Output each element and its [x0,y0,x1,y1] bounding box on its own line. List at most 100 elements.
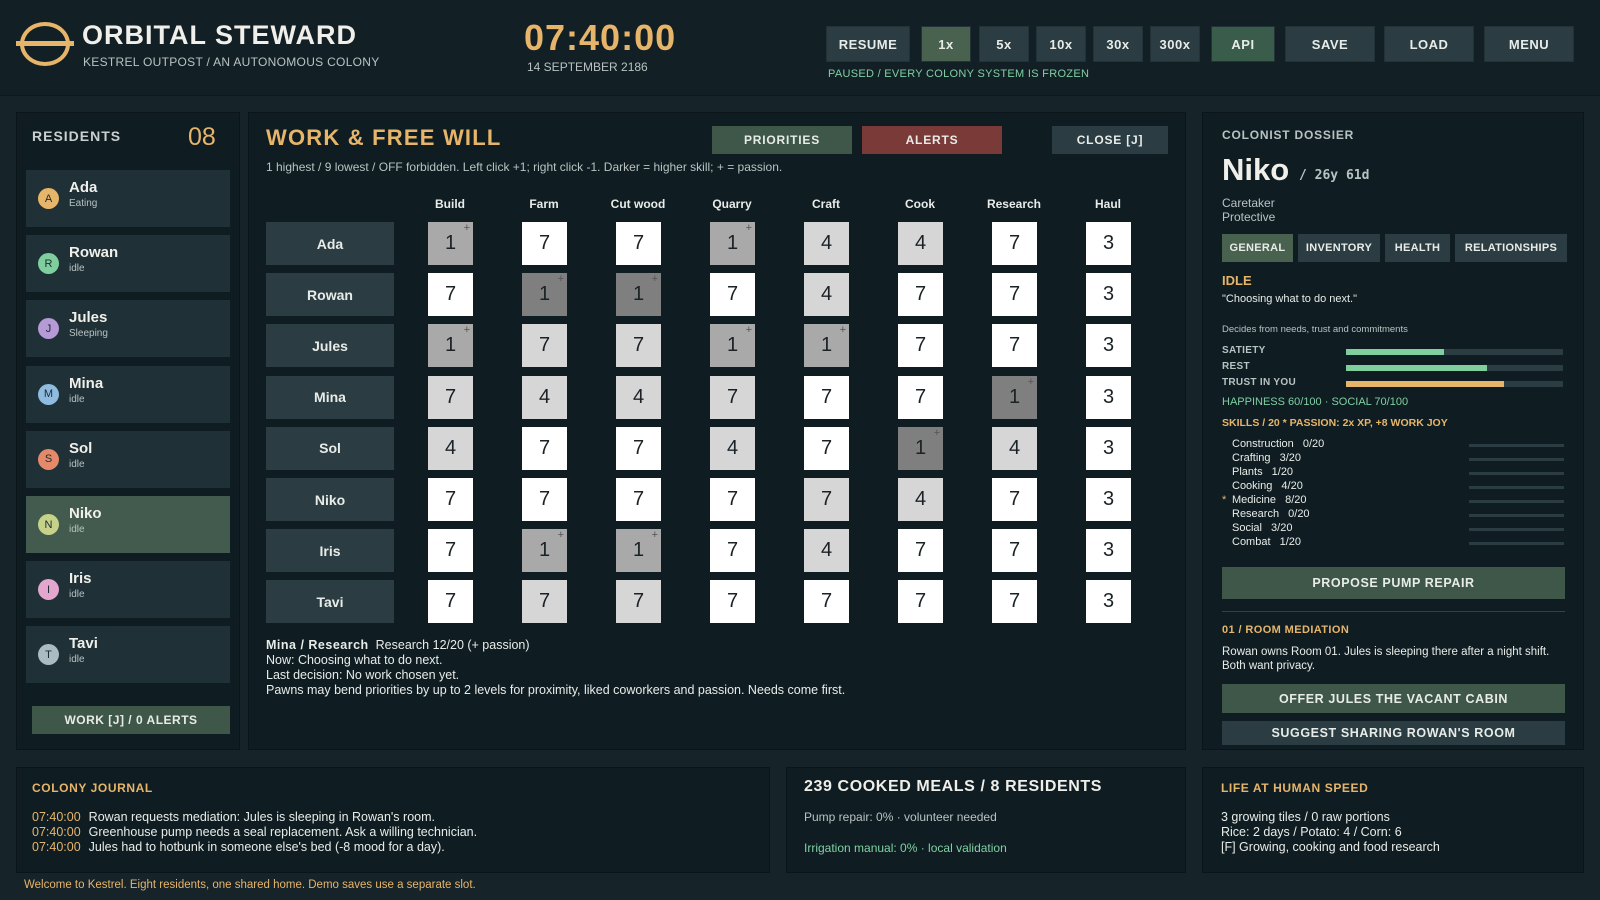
priority-cell[interactable]: 7 [804,375,849,419]
resident-item-rowan[interactable]: R Rowan idle [26,235,230,293]
priority-cell[interactable]: 1 + [898,426,943,470]
priority-cell[interactable]: 4 [898,222,943,265]
priority-cell[interactable]: 4 [804,529,849,573]
priority-cell[interactable]: 7 [898,375,943,419]
priority-cell[interactable]: 7 [522,580,567,624]
priority-cell[interactable]: 1 + [522,273,567,317]
priority-cell[interactable]: 3 [1086,375,1131,419]
speed-button-300x[interactable]: 300x [1150,26,1200,62]
row-header-niko[interactable]: Niko [266,478,394,521]
row-header-sol[interactable]: Sol [266,426,394,470]
priority-cell[interactable]: 7 [804,426,849,470]
priority-cell[interactable]: 7 [898,324,943,368]
speed-button-resume[interactable]: RESUME [826,26,910,62]
priority-cell[interactable]: 3 [1086,324,1131,368]
priority-cell[interactable]: 7 [710,478,755,521]
priority-cell[interactable]: 3 [1086,222,1131,265]
priority-cell[interactable]: 7 [992,273,1037,317]
priority-cell[interactable]: 4 [522,375,567,419]
priority-cell[interactable]: 7 [616,426,661,470]
priority-cell[interactable]: 3 [1086,273,1131,317]
resident-item-ada[interactable]: A Ada Eating [26,170,230,227]
speed-button-1x[interactable]: 1x [921,26,971,62]
row-header-ada[interactable]: Ada [266,222,394,265]
speed-button-menu[interactable]: MENU [1484,26,1574,62]
priority-cell[interactable]: 7 [616,222,661,265]
speed-button-10x[interactable]: 10x [1036,26,1086,62]
priority-cell[interactable]: 4 [710,426,755,470]
priority-cell[interactable]: 4 [992,426,1037,470]
row-header-tavi[interactable]: Tavi [266,580,394,624]
priority-cell[interactable]: 7 [710,580,755,624]
priority-cell[interactable]: 7 [992,324,1037,368]
speed-button-30x[interactable]: 30x [1093,26,1143,62]
row-header-rowan[interactable]: Rowan [266,273,394,317]
priority-cell[interactable]: 7 [710,273,755,317]
priority-cell[interactable]: 1 + [710,222,755,265]
priority-cell[interactable]: 7 [428,478,473,521]
priority-cell[interactable]: 1 + [428,222,473,265]
priority-cell[interactable]: 1 + [428,324,473,368]
priority-cell[interactable]: 4 [616,375,661,419]
priorities-tab[interactable]: PRIORITIES [712,126,852,154]
speed-button-save[interactable]: SAVE [1285,26,1375,62]
resident-item-mina[interactable]: M Mina idle [26,365,230,423]
priority-cell[interactable]: 7 [804,580,849,624]
priority-cell[interactable]: 3 [1086,529,1131,573]
priority-cell[interactable]: 1 + [992,375,1037,419]
speed-button-5x[interactable]: 5x [979,26,1029,62]
priority-cell[interactable]: 1 + [710,324,755,368]
priority-cell[interactable]: 7 [522,222,567,265]
priority-cell[interactable]: 3 [1086,580,1131,624]
row-header-jules[interactable]: Jules [266,324,394,368]
priority-cell[interactable]: 7 [992,478,1037,521]
priority-cell[interactable]: 7 [710,529,755,573]
priority-cell[interactable]: 1 + [616,273,661,317]
priority-cell[interactable]: 4 [804,273,849,317]
priority-cell[interactable]: 7 [898,580,943,624]
suggest-sharing-button[interactable]: SUGGEST SHARING ROWAN'S ROOM [1222,721,1565,745]
priority-cell[interactable]: 4 [898,478,943,521]
priority-cell[interactable]: 3 [1086,478,1131,521]
priority-cell[interactable]: 7 [616,580,661,624]
priority-cell[interactable]: 3 [1086,426,1131,470]
priority-cell[interactable]: 7 [428,580,473,624]
resident-item-tavi[interactable]: T Tavi idle [26,626,230,684]
priority-cell[interactable]: 7 [710,375,755,419]
priority-cell[interactable]: 7 [428,375,473,419]
priority-cell[interactable]: 7 [616,478,661,521]
priority-cell[interactable]: 7 [428,529,473,573]
dossier-tab-inventory[interactable]: INVENTORY [1298,234,1380,262]
work-alerts-button[interactable]: WORK [J] / 0 ALERTS [32,706,230,734]
row-header-iris[interactable]: Iris [266,529,394,573]
priority-cell[interactable]: 7 [804,478,849,521]
speed-button-api[interactable]: API [1211,26,1275,62]
priority-cell[interactable]: 4 [804,222,849,265]
alerts-tab[interactable]: ALERTS [862,126,1002,154]
dossier-tab-relationships[interactable]: RELATIONSHIPS [1455,234,1567,262]
resident-item-jules[interactable]: J Jules Sleeping [26,300,230,358]
priority-cell[interactable]: 7 [898,273,943,317]
offer-vacant-cabin-button[interactable]: OFFER JULES THE VACANT CABIN [1222,684,1565,713]
priority-cell[interactable]: 7 [428,273,473,317]
propose-pump-repair-button[interactable]: PROPOSE PUMP REPAIR [1222,567,1565,599]
close-work-button[interactable]: CLOSE [J] [1052,126,1168,154]
priority-cell[interactable]: 7 [616,324,661,368]
priority-cell[interactable]: 7 [992,529,1037,573]
dossier-tab-general[interactable]: GENERAL [1222,234,1293,262]
priority-cell[interactable]: 7 [992,580,1037,624]
resident-item-sol[interactable]: S Sol idle [26,430,230,488]
resident-item-iris[interactable]: I Iris idle [26,561,230,619]
priority-cell[interactable]: 1 + [804,324,849,368]
priority-cell[interactable]: 7 [992,222,1037,265]
priority-cell[interactable]: 4 [428,426,473,470]
priority-cell[interactable]: 1 + [522,529,567,573]
resident-item-niko[interactable]: N Niko idle [26,496,230,553]
dossier-tab-health[interactable]: HEALTH [1385,234,1450,262]
priority-cell[interactable]: 7 [898,529,943,573]
priority-cell[interactable]: 7 [522,426,567,470]
priority-cell[interactable]: 7 [522,478,567,521]
speed-button-load[interactable]: LOAD [1384,26,1474,62]
row-header-mina[interactable]: Mina [266,375,394,419]
priority-cell[interactable]: 7 [522,324,567,368]
